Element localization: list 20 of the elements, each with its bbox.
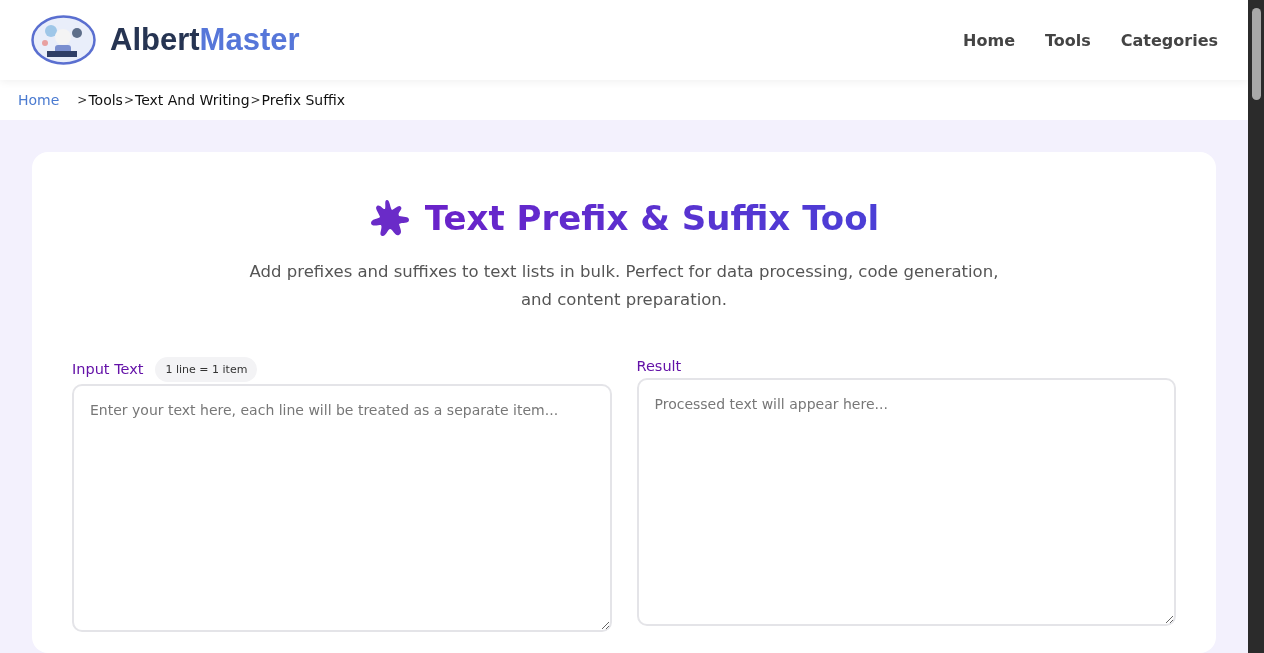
nav-link[interactable]: Home (963, 30, 1015, 50)
sparkle-icon (368, 198, 411, 238)
input-field[interactable]: Enter your text here, each line will be treated as a separate item... (72, 384, 612, 632)
result-label: Result (636, 358, 682, 374)
breadcrumb-link[interactable]: Text And Writing (134, 92, 250, 108)
nav-link[interactable]: Categories (1120, 30, 1218, 50)
result-field[interactable]: Processed text will appear here... (636, 378, 1176, 626)
scrollbar[interactable] (1248, 0, 1264, 653)
breadcrumb-link[interactable]: Home (18, 92, 60, 108)
breadcrumb-link[interactable]: Tools (88, 92, 123, 108)
tool-description: Add prefixes and suffixes to text lists in bulk. Perfect for data processing, code generation, and content preparation. (249, 261, 999, 311)
breadcrumb-separator: > (250, 93, 261, 107)
nav-link[interactable]: Tools (1045, 30, 1091, 50)
line-hint-badge: 1 line = 1 item (155, 356, 258, 382)
breadcrumb-separator: > (77, 93, 88, 107)
brand-name[interactable]: AlbertMaster (110, 22, 300, 58)
logo-icon (31, 15, 96, 65)
input-label: Input Text (72, 361, 144, 377)
breadcrumb-link[interactable]: Prefix Suffix (261, 92, 345, 108)
breadcrumb-separator: > (123, 93, 134, 107)
